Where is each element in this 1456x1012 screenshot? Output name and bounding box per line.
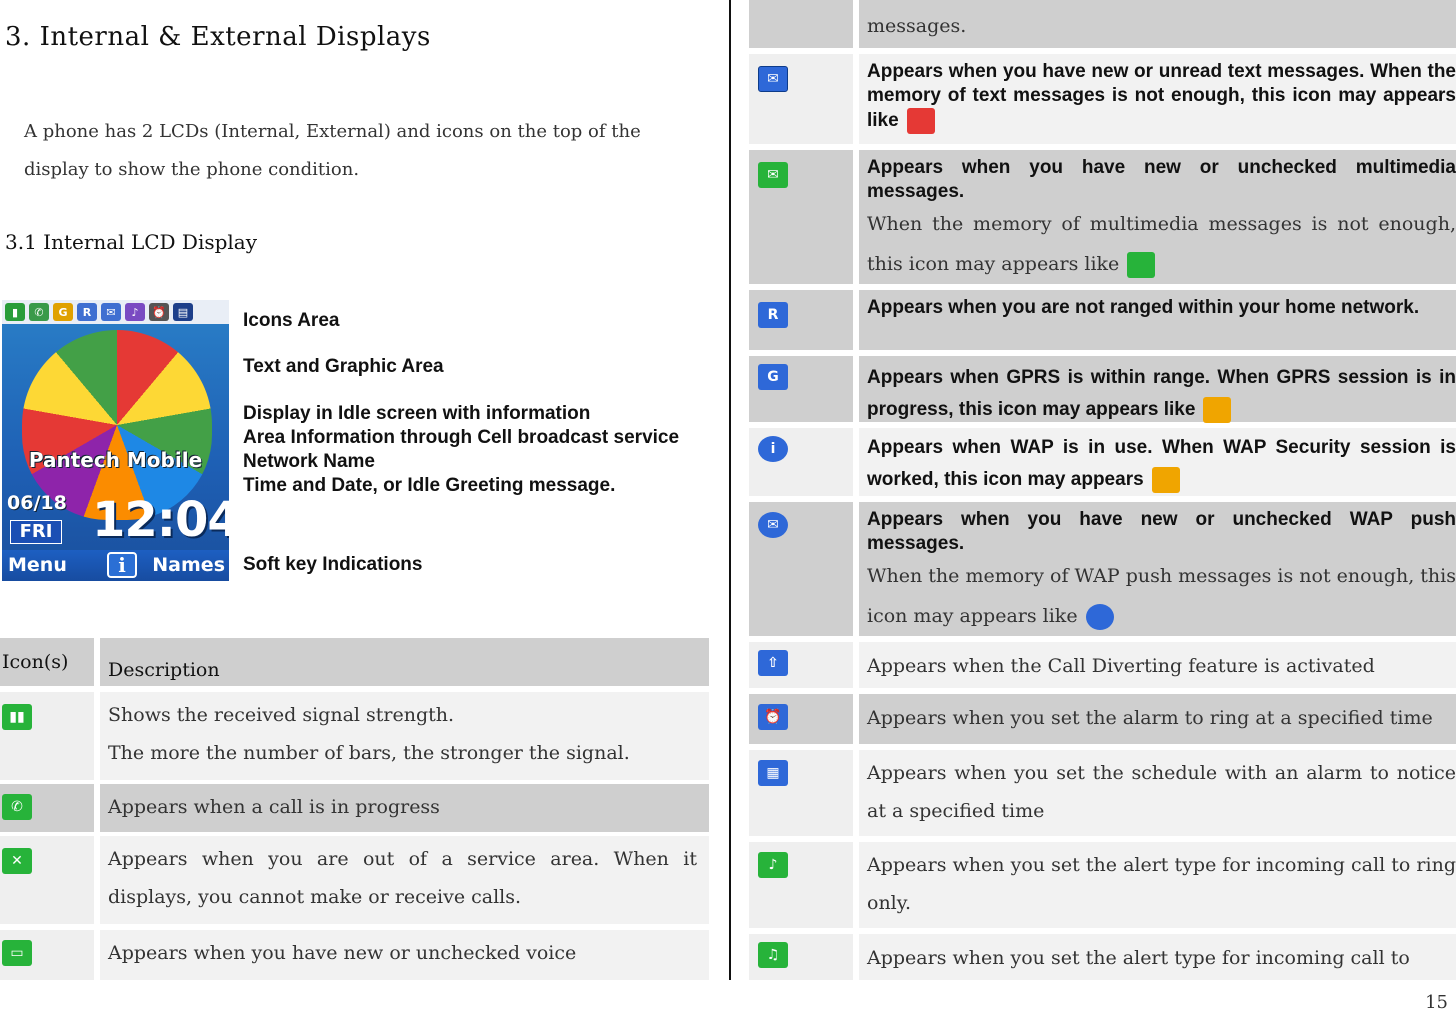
- table-row: ✉ Appears when you have new or unchecked…: [749, 502, 1456, 636]
- soft-key-left: Menu: [8, 554, 67, 576]
- table-row: ♫ Appears when you set the alert type fo…: [749, 934, 1456, 980]
- table-row: ✕ Appears when you are out of a service …: [0, 836, 709, 924]
- message-icon: ✉: [101, 303, 121, 321]
- text-message-full-icon: [906, 108, 935, 134]
- table-row: messages.: [749, 0, 1456, 48]
- phone-screen-image: ▮ ✆ G R ✉ ♪ ⏰ ▤ Pantech Mobile 06/18 FRI…: [2, 300, 229, 581]
- callout-text-graphic-area: Text and Graphic Area: [243, 356, 444, 377]
- ring-only-icon: ♪: [758, 852, 788, 878]
- table-row: ▭ Appears when you have new or unchecked…: [0, 930, 709, 980]
- phone-date: 06/18: [7, 492, 67, 514]
- table-row: R Appears when you are not ranged within…: [749, 290, 1456, 350]
- table-row: ⏰ Appears when you set the alarm to ring…: [749, 694, 1456, 744]
- table-header-row: Icon(s) Description: [0, 638, 709, 686]
- gprs-icon: G: [758, 364, 788, 390]
- column-divider: [729, 0, 731, 980]
- header-icons: Icon(s): [2, 651, 69, 673]
- call-divert-icon: ⇧: [758, 650, 788, 676]
- header-description: Description: [108, 659, 220, 681]
- gprs-active-icon: [1203, 396, 1232, 423]
- icon-table-left: Icon(s) Description ▮▮ Shows the receive…: [0, 638, 709, 980]
- phone-day: FRI: [10, 520, 62, 544]
- text-message-icon: ✉: [758, 66, 788, 92]
- soft-key-right: Names: [152, 554, 225, 576]
- roaming-icon: R: [758, 302, 788, 328]
- callout-idle-info: Display in Idle screen with information …: [243, 403, 680, 496]
- table-row: ♪ Appears when you set the alert type fo…: [749, 842, 1456, 928]
- multimedia-message-icon: ✉: [758, 162, 788, 188]
- wap-secure-icon: [1151, 466, 1180, 493]
- music-icon: ♪: [125, 303, 145, 321]
- phone-softkey-bar: Menu i Names: [2, 550, 229, 581]
- battery-icon: ▤: [173, 303, 193, 321]
- intro-paragraph: A phone has 2 LCDs (Internal, External) …: [24, 121, 641, 180]
- table-row: ▮▮ Shows the received signal strength. T…: [0, 692, 709, 780]
- icon-table-right: messages. ✉ Appears when you have new or…: [749, 0, 1456, 980]
- signal-strength-icon: ▮▮: [2, 704, 32, 730]
- gprs-icon: G: [53, 303, 73, 321]
- roaming-icon: R: [77, 303, 97, 321]
- table-row: ✆ Appears when a call is in progress: [0, 784, 709, 832]
- table-row: ✉ Appears when you have new or unchecked…: [749, 150, 1456, 284]
- callout-icons-area: Icons Area: [243, 310, 340, 331]
- phone-clock: 12:04P: [92, 492, 229, 548]
- table-row: i Appears when WAP is in use. When WAP S…: [749, 428, 1456, 496]
- alarm-icon: ⏰: [149, 303, 169, 321]
- phone-icon-bar: ▮ ✆ G R ✉ ♪ ⏰ ▤: [2, 300, 229, 324]
- page-number: 15: [1425, 992, 1448, 1012]
- voice-message-icon: ▭: [2, 940, 32, 966]
- left-column: 3. Internal & External Displays A phone …: [0, 0, 712, 1012]
- phone-brand: Pantech Mobile: [28, 448, 203, 472]
- wap-push-full-icon: [1085, 604, 1114, 630]
- ring-vibrate-icon: ♫: [758, 942, 788, 968]
- table-row: ▦ Appears when you set the schedule with…: [749, 750, 1456, 836]
- call-in-progress-icon: ✆: [2, 794, 32, 820]
- wap-push-icon: ✉: [758, 512, 788, 538]
- table-row: G Appears when GPRS is within range. Whe…: [749, 356, 1456, 423]
- table-row: ✉ Appears when you have new or unread te…: [749, 54, 1456, 144]
- signal-icon: ▮: [5, 303, 25, 321]
- multimedia-message-full-icon: [1127, 252, 1156, 278]
- section-heading: 3.1 Internal LCD Display: [5, 230, 258, 254]
- alarm-icon: ⏰: [758, 704, 788, 730]
- page-title: 3. Internal & External Displays: [5, 22, 431, 52]
- schedule-alarm-icon: ▦: [758, 760, 788, 786]
- wap-icon: i: [758, 436, 788, 462]
- info-icon: i: [107, 552, 137, 578]
- callout-soft-keys: Soft key Indications: [243, 554, 423, 575]
- table-row: ⇧ Appears when the Call Diverting featur…: [749, 642, 1456, 688]
- no-service-icon: ✕: [2, 848, 32, 874]
- call-icon: ✆: [29, 303, 49, 321]
